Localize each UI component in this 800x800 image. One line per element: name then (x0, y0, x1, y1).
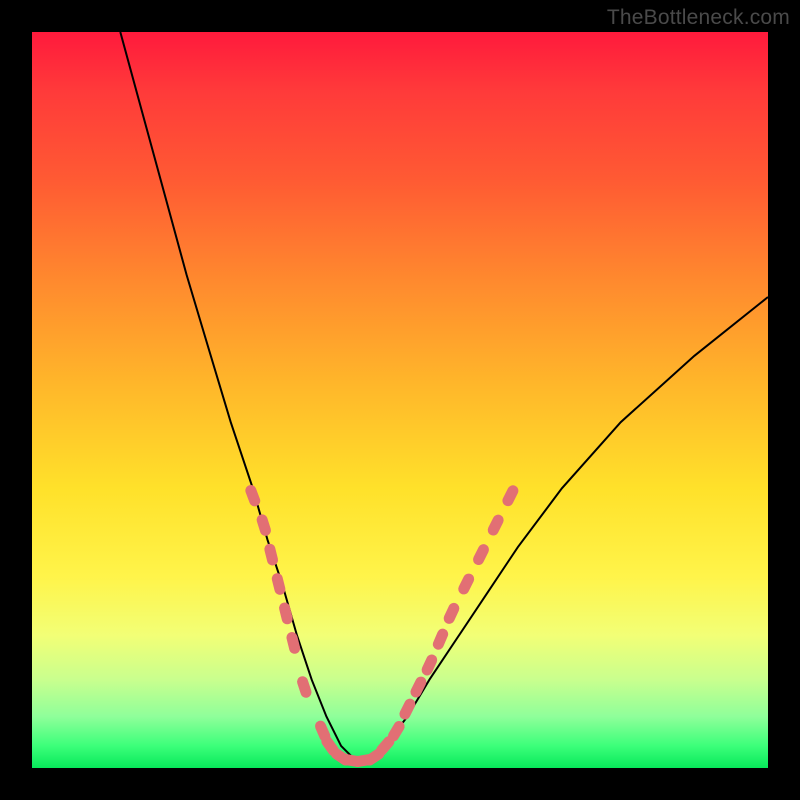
chart-frame: TheBottleneck.com (0, 0, 800, 800)
plot-area (32, 32, 768, 768)
curve-marker (431, 627, 450, 652)
curve-marker (442, 601, 461, 626)
curve-marker (456, 572, 476, 597)
curve-marker (501, 483, 521, 508)
curve-marker (271, 572, 287, 596)
bottleneck-curve-path (120, 32, 768, 761)
curve-marker (244, 483, 262, 507)
watermark-text: TheBottleneck.com (607, 6, 790, 30)
curve-marker (255, 513, 272, 537)
curve-marker (285, 631, 301, 655)
curve-marker (420, 653, 439, 678)
curve-marker (278, 601, 294, 625)
highlighted-points (244, 483, 520, 767)
bottleneck-curve (120, 32, 768, 761)
curve-marker (486, 513, 506, 538)
curve-layer (32, 32, 768, 768)
curve-marker (263, 543, 279, 567)
curve-marker (398, 697, 418, 722)
curve-marker (471, 542, 491, 567)
